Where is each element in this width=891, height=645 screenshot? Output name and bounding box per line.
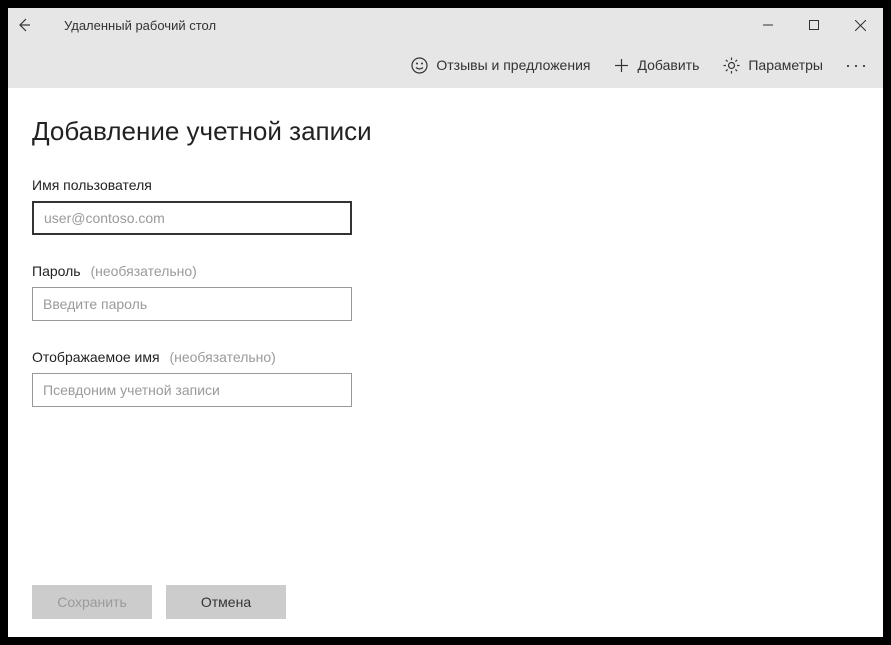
plus-icon <box>614 58 629 73</box>
close-icon <box>855 20 866 31</box>
content-area: Добавление учетной записи Имя пользовате… <box>8 88 883 637</box>
password-label-text: Пароль <box>32 263 81 279</box>
page-title: Добавление учетной записи <box>32 116 859 147</box>
button-row: Сохранить Отмена <box>32 585 286 619</box>
cancel-button[interactable]: Отмена <box>166 585 286 619</box>
add-button[interactable]: Добавить <box>604 51 709 79</box>
smiley-icon <box>411 57 428 74</box>
feedback-label: Отзывы и предложения <box>436 57 590 73</box>
password-input[interactable] <box>32 287 352 321</box>
username-input[interactable] <box>32 201 352 235</box>
ellipsis-icon: ··· <box>845 55 869 75</box>
titlebar: Удаленный рабочий стол <box>8 8 883 42</box>
back-arrow-icon <box>16 17 32 33</box>
displayname-optional-text: (необязательно) <box>169 349 275 365</box>
displayname-input[interactable] <box>32 373 352 407</box>
displayname-label-text: Отображаемое имя <box>32 349 160 365</box>
username-group: Имя пользователя <box>32 177 859 235</box>
password-label: Пароль (необязательно) <box>32 263 859 279</box>
password-group: Пароль (необязательно) <box>32 263 859 321</box>
add-label: Добавить <box>637 57 699 73</box>
save-button[interactable]: Сохранить <box>32 585 152 619</box>
settings-button[interactable]: Параметры <box>713 51 833 80</box>
feedback-button[interactable]: Отзывы и предложения <box>401 51 600 80</box>
username-label: Имя пользователя <box>32 177 859 193</box>
close-button[interactable] <box>837 8 883 42</box>
more-button[interactable]: ··· <box>837 55 877 76</box>
settings-label: Параметры <box>748 57 823 73</box>
app-window: Удаленный рабочий стол Отзывы и предложе… <box>0 0 891 645</box>
back-button[interactable] <box>16 17 56 33</box>
maximize-button[interactable] <box>791 8 837 42</box>
displayname-group: Отображаемое имя (необязательно) <box>32 349 859 407</box>
displayname-label: Отображаемое имя (необязательно) <box>32 349 859 365</box>
maximize-icon <box>809 20 819 30</box>
username-label-text: Имя пользователя <box>32 177 152 193</box>
command-bar: Отзывы и предложения Добавить Параметры … <box>8 42 883 88</box>
window-controls <box>745 8 883 42</box>
minimize-button[interactable] <box>745 8 791 42</box>
gear-icon <box>723 57 740 74</box>
minimize-icon <box>763 20 773 30</box>
window-title: Удаленный рабочий стол <box>64 18 216 33</box>
password-optional-text: (необязательно) <box>90 263 196 279</box>
